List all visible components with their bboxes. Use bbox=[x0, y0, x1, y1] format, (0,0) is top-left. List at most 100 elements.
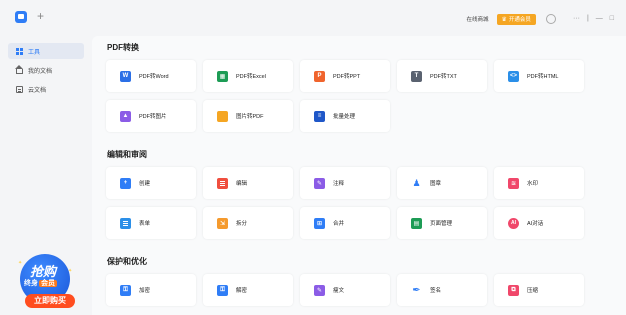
tool-edit[interactable]: 编辑 bbox=[203, 167, 293, 199]
sidebar-item-cloud-docs[interactable]: 云文档 bbox=[8, 81, 84, 97]
promo-subtitle-text: 终身 bbox=[24, 280, 38, 287]
tool-label: 拆分 bbox=[236, 221, 248, 227]
tool-compress[interactable]: ✎ 瘦文 bbox=[300, 274, 390, 306]
tool-label: PDF转Word bbox=[139, 74, 169, 80]
tool-annotate[interactable]: ✎ 注释 bbox=[300, 167, 390, 199]
page-manage-icon: ▤ bbox=[411, 217, 422, 229]
tool-create[interactable]: + 创建 bbox=[106, 167, 196, 199]
tool-pdf-to-html[interactable]: <> PDF转HTML bbox=[494, 60, 584, 92]
tool-label: 批量处理 bbox=[333, 114, 356, 120]
compare-icon: ⧉ bbox=[508, 284, 519, 296]
sidebar-item-label: 云文档 bbox=[28, 87, 47, 94]
folder-icon bbox=[217, 110, 228, 122]
tool-label: AI对话 bbox=[527, 221, 544, 227]
star-icon: ✦ bbox=[18, 260, 23, 266]
tool-label: PDF转PPT bbox=[333, 74, 361, 80]
titlebar-divider: | bbox=[586, 15, 589, 22]
tool-ai-chat[interactable]: AI AI对话 bbox=[494, 207, 584, 239]
tool-pdf-to-word[interactable]: W PDF转Word bbox=[106, 60, 196, 92]
minimize-button[interactable]: — bbox=[596, 14, 603, 24]
tool-label: 编辑 bbox=[236, 181, 248, 187]
promo-badge[interactable]: ✦ ✦ 抢购 终身 会员 立即购买 bbox=[16, 254, 80, 312]
unlock-icon: ⚿ bbox=[217, 284, 228, 296]
edit-icon bbox=[217, 177, 228, 189]
vip-button[interactable]: ♛ 开通会员 bbox=[496, 13, 536, 25]
add-tab-button[interactable]: + bbox=[37, 9, 44, 23]
tool-pdf-to-ppt[interactable]: P PDF转PPT bbox=[300, 60, 390, 92]
tool-label: 加密 bbox=[139, 288, 151, 294]
tool-label: 创建 bbox=[139, 181, 151, 187]
tool-batch-process[interactable]: ≡ 批量处理 bbox=[300, 100, 390, 132]
sidebar-item-label: 我的文档 bbox=[28, 68, 53, 75]
sidebar-item-tools[interactable]: 工具 bbox=[8, 43, 84, 59]
tool-page-manage[interactable]: ▤ 页面管理 bbox=[397, 207, 487, 239]
titlebar-right-group: 在线商城 ♛ 开通会员 ··· | — □ bbox=[467, 12, 614, 26]
buy-now-button[interactable]: 立即购买 bbox=[25, 294, 75, 308]
stamp-icon: ♟ bbox=[412, 177, 421, 188]
word-icon: W bbox=[120, 70, 131, 82]
tool-label: 图章 bbox=[430, 181, 442, 187]
tool-label: 注释 bbox=[333, 181, 345, 187]
section-title-edit-review: 编辑和审阅 bbox=[107, 150, 147, 159]
compress-icon: ✎ bbox=[314, 284, 325, 296]
vip-label: 开通会员 bbox=[508, 17, 531, 23]
layers-icon: ≡ bbox=[314, 110, 325, 122]
tool-decrypt[interactable]: ⚿ 解密 bbox=[203, 274, 293, 306]
title-bar: + 在线商城 ♛ 开通会员 ··· | — □ bbox=[0, 0, 626, 36]
sidebar-item-label: 工具 bbox=[28, 49, 41, 56]
txt-icon: T bbox=[411, 70, 422, 82]
tool-watermark[interactable]: ≋ 水印 bbox=[494, 167, 584, 199]
tool-label: PDF转HTML bbox=[527, 74, 559, 80]
lock-icon: ⚿ bbox=[120, 284, 131, 296]
tool-stamp[interactable]: ♟ 图章 bbox=[397, 167, 487, 199]
tool-label: 压缩 bbox=[527, 288, 539, 294]
tool-compare[interactable]: ⧉ 压缩 bbox=[494, 274, 584, 306]
app-logo-icon[interactable] bbox=[15, 11, 27, 23]
tool-encrypt[interactable]: ⚿ 加密 bbox=[106, 274, 196, 306]
cloud-doc-icon bbox=[16, 85, 23, 93]
tool-label: 水印 bbox=[527, 181, 539, 187]
more-menu-button[interactable]: ··· bbox=[573, 14, 580, 24]
feather-pen-icon: ✒ bbox=[412, 284, 421, 296]
excel-icon: ▦ bbox=[217, 70, 228, 82]
tool-label: PDF转图片 bbox=[139, 114, 167, 120]
tool-merge[interactable]: ⊞ 合并 bbox=[300, 207, 390, 239]
tool-form[interactable]: 表单 bbox=[106, 207, 196, 239]
section-title-pdf-convert: PDF转换 bbox=[107, 43, 139, 52]
tool-label: 签名 bbox=[430, 288, 442, 294]
crown-icon: ♛ bbox=[501, 16, 507, 23]
online-store-link[interactable]: 在线商城 bbox=[467, 15, 489, 23]
watermark-icon: ≋ bbox=[508, 177, 519, 189]
tool-split[interactable]: ⇲ 拆分 bbox=[203, 207, 293, 239]
html-icon: <> bbox=[508, 70, 519, 82]
split-icon: ⇲ bbox=[217, 217, 228, 229]
merge-icon: ⊞ bbox=[314, 217, 325, 229]
tool-label: PDF转TXT bbox=[430, 74, 457, 80]
tool-label: 合并 bbox=[333, 221, 345, 227]
tool-pdf-to-txt[interactable]: T PDF转TXT bbox=[397, 60, 487, 92]
tool-label: 页面管理 bbox=[430, 221, 453, 227]
tool-sign[interactable]: ✒ 签名 bbox=[397, 274, 487, 306]
tool-label: PDF转Excel bbox=[236, 74, 266, 80]
tool-pdf-to-image[interactable]: ▲ PDF转图片 bbox=[106, 100, 196, 132]
tool-label: 图片转PDF bbox=[236, 114, 264, 120]
sidebar-item-my-documents[interactable]: 我的文档 bbox=[8, 62, 84, 78]
star-icon: ✦ bbox=[68, 268, 73, 274]
maximize-button[interactable]: □ bbox=[610, 14, 614, 24]
ppt-icon: P bbox=[314, 70, 325, 82]
tool-label: 解密 bbox=[236, 288, 248, 294]
avatar[interactable] bbox=[545, 14, 556, 24]
home-icon bbox=[15, 64, 23, 74]
form-icon bbox=[120, 217, 131, 229]
grid-icon bbox=[16, 47, 23, 55]
pen-icon: ✎ bbox=[314, 177, 325, 189]
tool-label: 瘦文 bbox=[333, 288, 345, 294]
promo-subtitle: 终身 会员 bbox=[24, 278, 57, 288]
main-panel: PDF转换 W PDF转Word ▦ PDF转Excel P PDF转PPT T… bbox=[92, 36, 626, 315]
section-title-protect-optimize: 保护和优化 bbox=[107, 257, 147, 266]
image-icon: ▲ bbox=[120, 110, 131, 122]
plus-icon: + bbox=[120, 177, 131, 189]
tool-pdf-to-excel[interactable]: ▦ PDF转Excel bbox=[203, 60, 293, 92]
tool-image-to-pdf[interactable]: 图片转PDF bbox=[203, 100, 293, 132]
ai-chat-icon: AI bbox=[508, 217, 519, 229]
